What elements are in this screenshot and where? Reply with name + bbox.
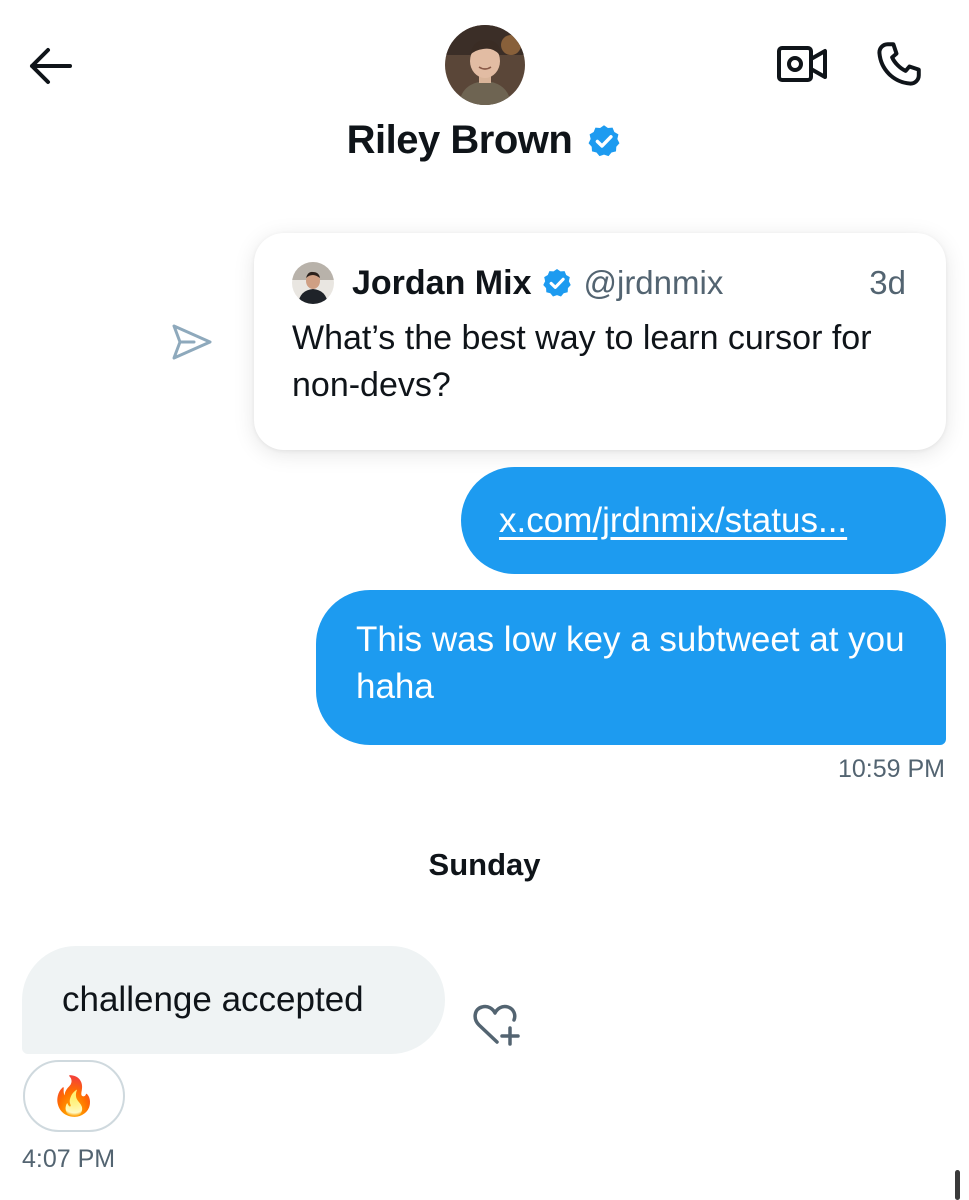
voice-call-button[interactable]: [868, 36, 930, 92]
send-icon: [172, 324, 212, 360]
quoted-post-text: What’s the best way to learn cursor for …: [292, 319, 872, 404]
incoming-message-text: challenge accepted: [62, 980, 364, 1019]
contact-name: Riley Brown: [346, 118, 573, 162]
quoted-author-avatar: [292, 262, 334, 304]
arrow-left-icon: [30, 48, 72, 84]
verified-badge-icon: [588, 124, 620, 156]
verified-badge-icon: [543, 269, 572, 297]
outgoing-link-message[interactable]: x.com/jrdnmix/status...: [461, 467, 946, 574]
conversation-header: Riley Brown: [0, 0, 969, 200]
quoted-author-handle: @jrdnmix: [583, 264, 724, 301]
outgoing-text-message[interactable]: This was low key a subtweet at you haha: [316, 590, 946, 745]
quoted-post-card[interactable]: Jordan Mix @jrdnmix 3d What’s the best w…: [254, 233, 946, 450]
quoted-author-name: Jordan Mix: [352, 263, 532, 302]
incoming-message[interactable]: challenge accepted: [22, 946, 445, 1054]
share-post-button[interactable]: [168, 318, 216, 366]
contact-title: Riley Brown: [0, 118, 969, 163]
day-separator: Sunday: [428, 847, 541, 882]
status-link[interactable]: x.com/jrdnmix/status...: [499, 501, 847, 541]
incoming-timestamp: 4:07 PM: [22, 1145, 116, 1173]
contact-avatar[interactable]: [445, 25, 525, 105]
heart-plus-icon: [473, 1004, 520, 1046]
quoted-verified-badge: [541, 267, 573, 299]
scrollbar-thumb[interactable]: [955, 1170, 960, 1200]
phone-icon: [877, 42, 921, 86]
add-reaction-button[interactable]: [468, 998, 524, 1050]
outgoing-timestamp: 10:59 PM: [837, 755, 945, 783]
video-call-button[interactable]: [772, 38, 832, 90]
video-camera-icon: [777, 46, 827, 82]
back-button[interactable]: [24, 40, 76, 92]
reaction-pill[interactable]: 🔥: [23, 1060, 125, 1132]
quoted-post-header: Jordan Mix @jrdnmix 3d: [292, 261, 906, 305]
quoted-post-age: 3d: [869, 264, 906, 301]
fire-reaction: 🔥: [50, 1073, 98, 1118]
